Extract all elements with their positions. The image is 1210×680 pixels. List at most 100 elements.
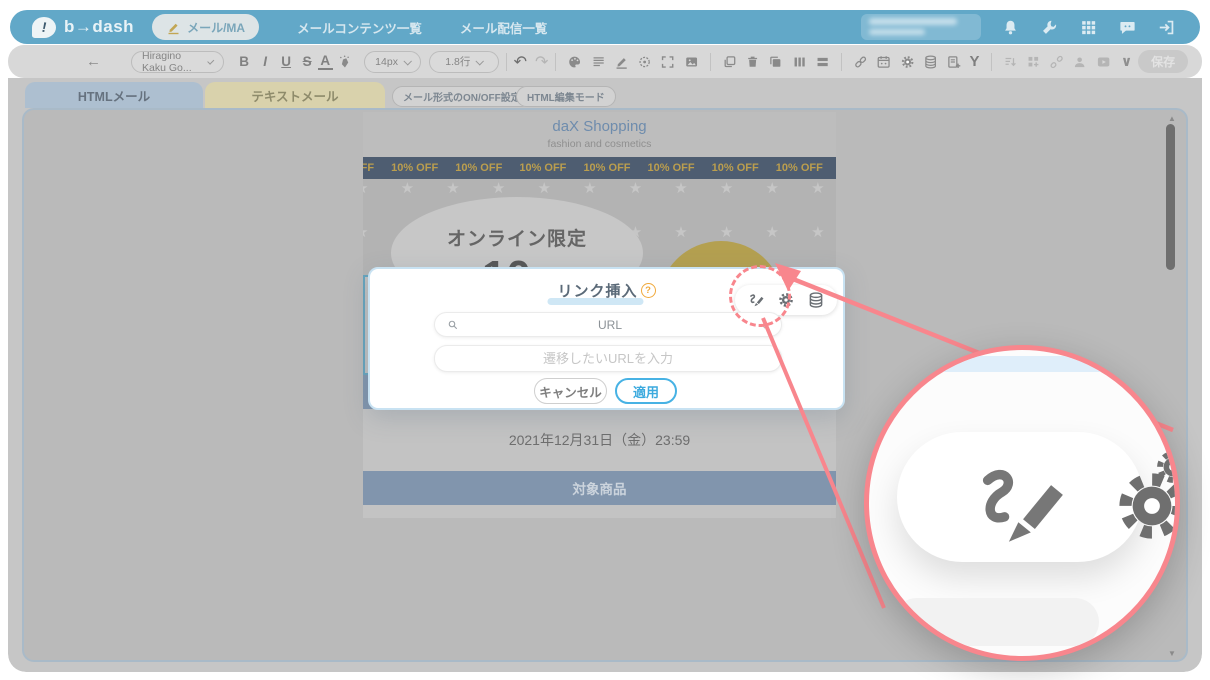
palette-icon[interactable] — [567, 54, 582, 70]
callout-dashed-circle — [729, 265, 791, 327]
logo-text: b→dash — [64, 17, 134, 37]
gears-icon[interactable] — [900, 54, 915, 70]
bold-button[interactable]: B — [234, 54, 255, 69]
mail-format-onoff-button[interactable]: メール形式のON/OFF設定 — [392, 86, 532, 107]
save-button[interactable]: 保存 — [1138, 50, 1188, 73]
html-edit-mode-button[interactable]: HTML編集モード — [516, 86, 616, 107]
divider — [710, 53, 711, 71]
bell-icon[interactable] — [1001, 18, 1020, 37]
branch-icon[interactable]: Y — [970, 53, 980, 70]
search-icon — [447, 319, 459, 331]
video-icon[interactable] — [1096, 54, 1111, 70]
cancel-button[interactable]: キャンセル — [534, 378, 607, 404]
star-pattern: ★ ★ ★ ★ ★ ★ ★ ★ ★ ★ ★ — [363, 179, 836, 197]
url-input-field[interactable] — [434, 345, 782, 372]
email-brand-block[interactable]: daX Shopping fashion and cosmetics — [363, 112, 836, 157]
ribbon-label: 10% OFF — [712, 162, 759, 174]
hero-badge-text: オンライン限定 — [391, 197, 643, 251]
person-icon[interactable] — [1072, 54, 1087, 70]
help-icon[interactable]: ? — [641, 283, 656, 298]
trash-icon[interactable] — [745, 54, 760, 70]
email-hero-banner[interactable]: ★ ★ ★ ★ ★ ★ ★ ★ ★ ★ ★ ★ ★ ★ ★ ★ ★ ★ ★ ★ … — [363, 179, 836, 275]
ribbon-label: 10% OFF — [391, 162, 438, 174]
menu-mail-contents-list[interactable]: メールコンテンツ一覧 — [297, 18, 422, 37]
apply-button[interactable]: 適用 — [615, 378, 677, 404]
sort-icon[interactable] — [1003, 54, 1018, 70]
divider — [991, 53, 992, 71]
fullscreen-icon[interactable] — [660, 54, 675, 70]
magnifier-zoom-circle — [864, 345, 1180, 661]
scroll-down-arrow[interactable]: ▼ — [1165, 649, 1179, 658]
modal-title: リンク挿入 — [557, 280, 637, 301]
divider — [841, 53, 842, 71]
align-justify-icon[interactable] — [591, 54, 606, 70]
target-products-header-bar[interactable]: 対象商品 — [363, 471, 836, 505]
divider — [555, 53, 556, 71]
duplicate-icon[interactable] — [722, 54, 737, 70]
email-bottom-spacer — [363, 505, 836, 518]
back-arrow-button[interactable]: ← — [86, 53, 101, 70]
divider — [506, 53, 507, 71]
font-color-button[interactable]: A — [318, 54, 333, 70]
database-icon[interactable] — [923, 54, 938, 70]
grid-plus-icon[interactable] — [1026, 54, 1041, 70]
menu-mail-delivery-list[interactable]: メール配信一覧 — [460, 18, 548, 37]
ribbon-label: 10% OFF — [455, 162, 502, 174]
app-header: ! b→dash メール/MA メールコンテンツ一覧 メール配信一覧 — [10, 10, 1200, 44]
link-icon[interactable] — [853, 54, 868, 70]
url-input[interactable] — [435, 351, 781, 366]
email-brand-name: daX Shopping — [363, 112, 836, 135]
wrench-icon[interactable] — [1040, 18, 1059, 37]
zoomed-modal-edge — [869, 356, 1175, 372]
chevron-down-icon — [403, 57, 411, 65]
database-icon[interactable] — [807, 291, 825, 309]
redo-button[interactable]: ↷ — [535, 52, 548, 72]
ribbon-label: 10% OFF — [363, 162, 374, 174]
ribbon-label: 10% OFF — [583, 162, 630, 174]
chevron-down-icon — [476, 57, 484, 65]
apps-grid-icon[interactable] — [1079, 18, 1098, 37]
draw-pen-icon[interactable] — [614, 54, 629, 70]
rows-icon[interactable] — [815, 54, 830, 70]
scrollbar-thumb[interactable] — [1166, 124, 1175, 270]
logo-bubble-icon: ! — [32, 17, 56, 38]
email-discount-ribbon[interactable]: 10% OFF 10% OFF 10% OFF 10% OFF 10% OFF … — [363, 157, 836, 179]
ribbon-label: 10% OFF — [776, 162, 823, 174]
tab-text-mail[interactable]: テキストメール — [205, 82, 385, 108]
undo-button[interactable]: ↶ — [514, 52, 527, 72]
italic-button[interactable]: I — [255, 54, 276, 69]
email-brand-tagline: fashion and cosmetics — [363, 135, 836, 150]
assistant-chat-icon[interactable] — [1118, 18, 1137, 37]
target-icon[interactable] — [637, 54, 652, 70]
mail-pencil-icon — [166, 20, 181, 35]
copy-stack-icon[interactable] — [768, 54, 783, 70]
coupon-expiry-date[interactable]: 2021年12月31日（金）23:59 — [363, 409, 836, 471]
ribbon-label: 10% OFF — [648, 162, 695, 174]
doc-plus-icon[interactable] — [946, 54, 961, 70]
strikethrough-button[interactable]: S — [297, 54, 318, 69]
highlight-marker-icon[interactable] — [337, 54, 352, 70]
product-switcher-mail-ma[interactable]: メール/MA — [152, 14, 259, 40]
url-type-select[interactable]: URL — [434, 312, 782, 337]
ribbon-label: 10% OFF — [519, 162, 566, 174]
scroll-up-arrow[interactable]: ▲ — [1165, 114, 1179, 123]
line-height-select[interactable]: 1.8行 — [429, 51, 499, 73]
unlink-icon[interactable] — [1049, 54, 1064, 70]
logout-icon[interactable] — [1157, 18, 1176, 37]
bdash-logo[interactable]: ! b→dash — [32, 17, 134, 38]
image-icon[interactable] — [684, 54, 699, 70]
url-type-value: URL — [459, 318, 761, 332]
hero-ellipse: オンライン限定 10% — [391, 197, 643, 275]
font-family-select[interactable]: Hiragino Kaku Go... — [131, 51, 224, 73]
columns-icon[interactable] — [792, 54, 807, 70]
calendar-icon[interactable] — [876, 54, 891, 70]
chevron-down-icon — [208, 57, 215, 64]
font-size-select[interactable]: 14px — [364, 51, 421, 73]
tab-html-mail[interactable]: HTMLメール — [25, 82, 203, 108]
zoomed-secondary-pill — [893, 598, 1099, 646]
zoomed-pencil-edit-icon — [964, 450, 1072, 558]
blurred-account-info — [861, 14, 981, 40]
chevron-down-icon[interactable]: ∨ — [1121, 53, 1132, 70]
editor-toolbar: ← Hiragino Kaku Go... B I U S A 14px 1.8… — [8, 45, 1202, 78]
underline-button[interactable]: U — [276, 54, 297, 69]
